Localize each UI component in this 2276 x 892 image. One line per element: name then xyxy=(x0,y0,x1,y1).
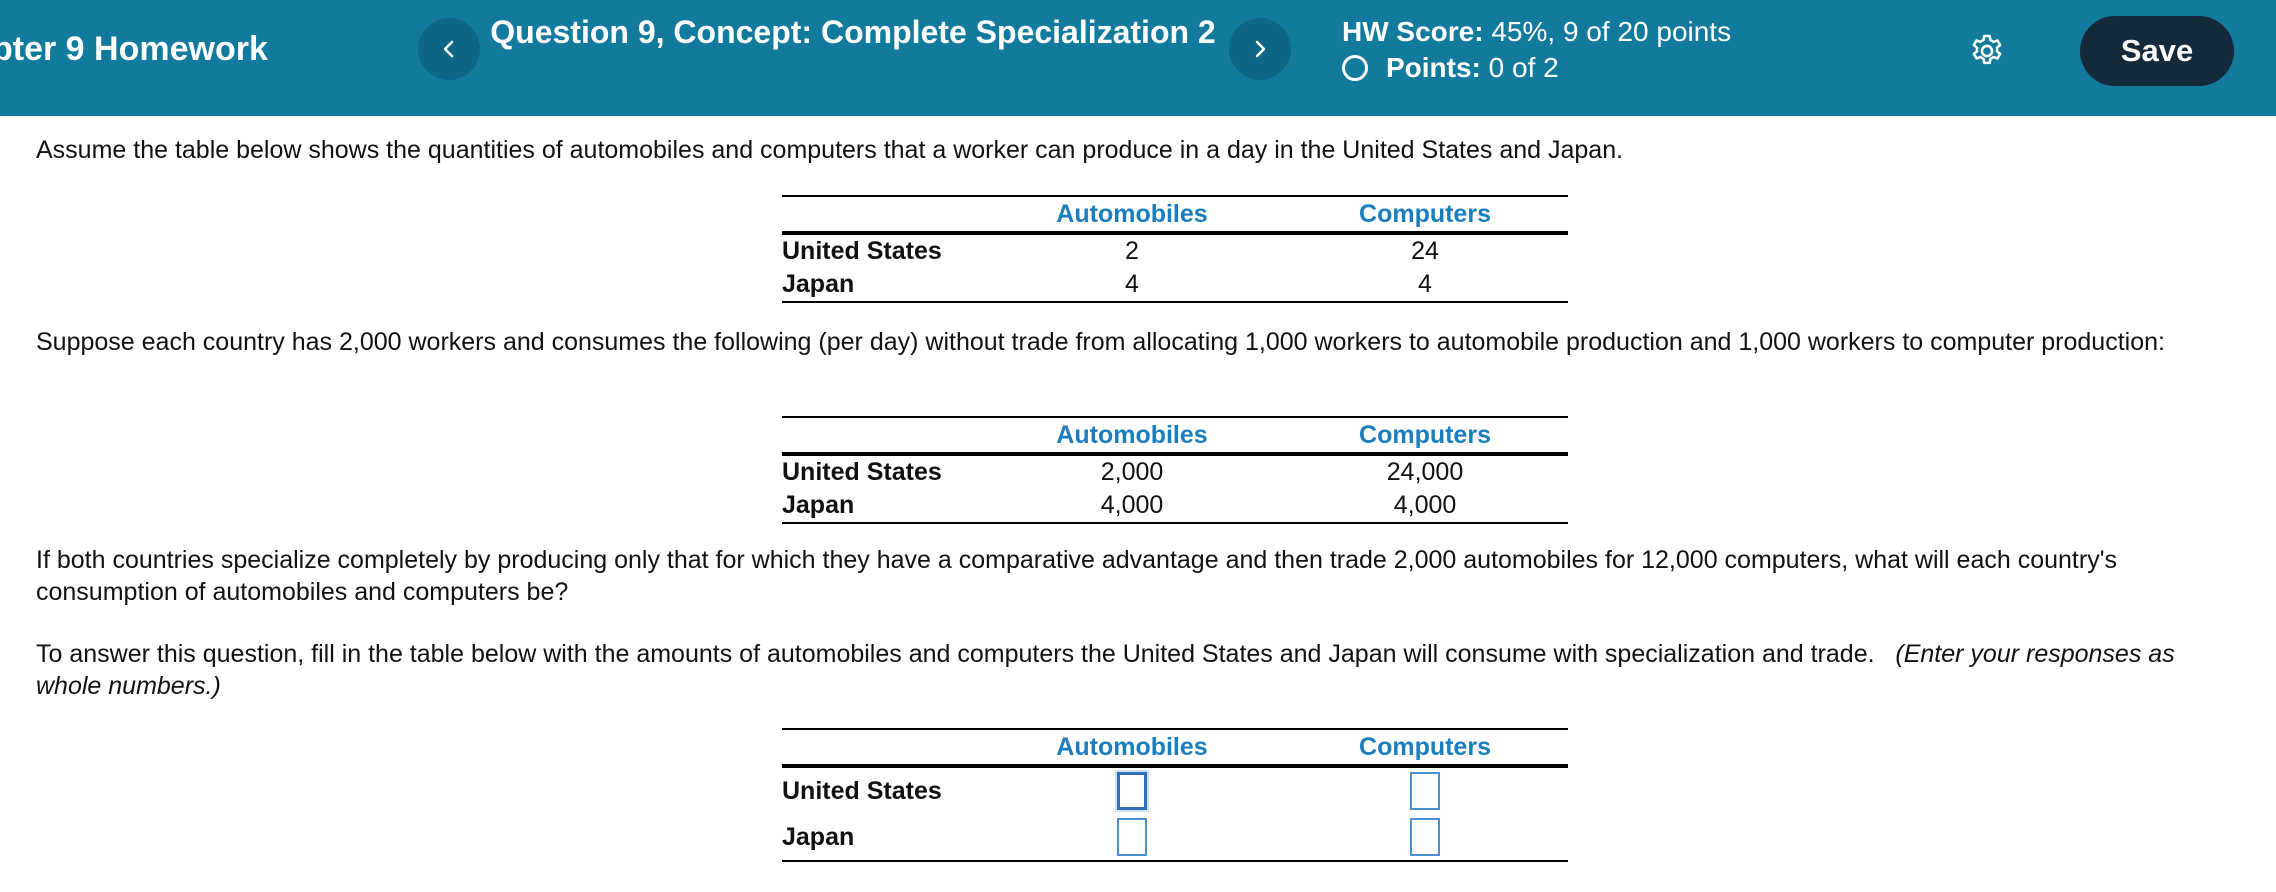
next-question-button[interactable] xyxy=(1229,18,1291,80)
us-automobiles-input[interactable] xyxy=(1117,772,1147,810)
table-rule xyxy=(782,301,1568,303)
table-row: United States 2 24 xyxy=(782,235,1568,268)
table-row: Japan 4,000 4,000 xyxy=(782,489,1568,522)
circle-status-icon xyxy=(1342,55,1368,81)
save-button[interactable]: Save xyxy=(2080,16,2234,86)
table-rule xyxy=(782,522,1568,524)
table-cell: 24,000 xyxy=(1386,458,1464,486)
table-cell: 24 xyxy=(1411,237,1439,265)
table-row: Japan 4 4 xyxy=(782,268,1568,301)
scenario-text: Suppose each country has 2,000 workers a… xyxy=(36,328,2165,356)
row-label: Japan xyxy=(782,491,855,519)
points: Points: 0 of 2 xyxy=(1342,50,1731,86)
question-title: Question 9, Concept: Complete Specializa… xyxy=(490,14,1216,50)
us-computers-input[interactable] xyxy=(1410,772,1440,810)
column-header: Computers xyxy=(1359,420,1491,449)
table-cell: 4,000 xyxy=(1393,491,1457,519)
japan-computers-input[interactable] xyxy=(1410,818,1440,856)
table-header-row: Automobiles Computers xyxy=(782,418,1568,452)
row-label: United States xyxy=(782,776,942,805)
row-label: United States xyxy=(782,458,942,486)
column-header: Automobiles xyxy=(1056,420,1208,449)
hw-score-value: 45%, 9 of 20 points xyxy=(1491,16,1732,47)
table-row: United States 2,000 24,000 xyxy=(782,456,1568,489)
points-value: 0 of 2 xyxy=(1488,52,1559,83)
column-header: Computers xyxy=(1359,199,1491,228)
column-header: Automobiles xyxy=(1056,732,1208,761)
japan-automobiles-input[interactable] xyxy=(1117,818,1147,856)
column-header: Computers xyxy=(1359,732,1491,761)
question-text: If both countries specialize completely … xyxy=(36,546,2117,606)
points-label: Points: xyxy=(1386,52,1481,83)
column-header: Automobiles xyxy=(1056,199,1208,228)
row-label: Japan xyxy=(782,270,855,298)
chevron-left-icon xyxy=(443,40,454,58)
hw-score: HW Score: 45%, 9 of 20 points xyxy=(1342,14,1731,50)
answer-table: Automobiles Computers United States Japa… xyxy=(782,728,1568,862)
table-row: Japan xyxy=(782,814,1568,860)
table-cell: 4 xyxy=(1418,270,1432,298)
instruction-text: To answer this question, fill in the tab… xyxy=(36,638,2236,702)
hw-score-label: HW Score: xyxy=(1342,16,1484,47)
previous-question-button[interactable] xyxy=(418,18,480,80)
score-panel: HW Score: 45%, 9 of 20 points Points: 0 … xyxy=(1342,14,1731,86)
table-rule xyxy=(782,860,1568,862)
row-label: United States xyxy=(782,237,942,265)
top-bar: pter 9 Homework Question 9, Concept: Com… xyxy=(0,0,2276,116)
consumption-table: Automobiles Computers United States 2,00… xyxy=(782,416,1568,524)
gear-icon[interactable] xyxy=(1968,32,2006,70)
row-label: Japan xyxy=(782,822,855,851)
table-cell: 4,000 xyxy=(1100,491,1164,519)
table-row: United States xyxy=(782,768,1568,814)
table-header-row: Automobiles Computers xyxy=(782,197,1568,231)
chevron-right-icon xyxy=(1255,40,1266,58)
homework-title: pter 9 Homework xyxy=(0,30,268,68)
instruction-body: To answer this question, fill in the tab… xyxy=(36,640,1875,668)
table-cell: 2,000 xyxy=(1100,458,1164,486)
table-header-row: Automobiles Computers xyxy=(782,730,1568,764)
intro-text: Assume the table below shows the quantit… xyxy=(36,136,1624,164)
table-cell: 2 xyxy=(1125,237,1139,265)
productivity-table: Automobiles Computers United States 2 24… xyxy=(782,195,1568,303)
table-cell: 4 xyxy=(1125,270,1139,298)
